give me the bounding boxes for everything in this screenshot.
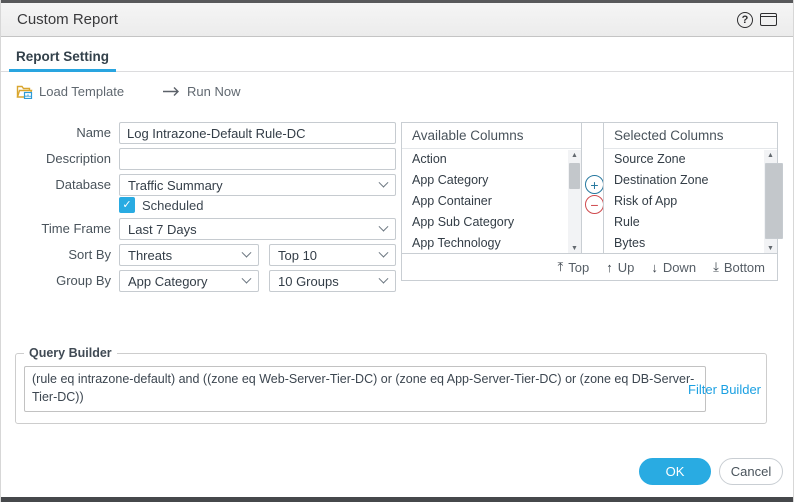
available-columns-panel: Available Columns Action App Category Ap…: [402, 123, 582, 254]
chevron-down-icon: [379, 177, 389, 187]
move-up-button[interactable]: ↑ Up: [606, 260, 634, 275]
available-column-item[interactable]: App Technology: [402, 233, 581, 254]
run-now-button[interactable]: Run Now: [162, 84, 240, 99]
selected-column-item[interactable]: Destination Zone: [604, 170, 777, 191]
move-down-button[interactable]: ↓ Down: [651, 260, 696, 275]
sort-by-value: Threats: [128, 248, 172, 263]
titlebar-icons: ?: [737, 12, 777, 28]
tab-report-setting[interactable]: Report Setting: [9, 45, 116, 72]
scroll-up-icon[interactable]: ▲: [764, 150, 777, 161]
move-top-label: Top: [568, 260, 589, 275]
chevron-down-icon: [379, 273, 389, 283]
custom-report-dialog: Custom Report ? Report Setting Load Temp…: [0, 0, 794, 502]
selected-column-item[interactable]: Bytes: [604, 233, 777, 254]
available-column-item[interactable]: Action: [402, 149, 581, 170]
scheduled-row: ✓ Scheduled: [1, 197, 401, 214]
available-columns-header: Available Columns: [402, 123, 581, 149]
name-row: Name: [1, 122, 401, 144]
remove-column-button[interactable]: −: [585, 195, 604, 214]
toolbar: Load Template Run Now: [1, 78, 241, 104]
time-frame-value: Last 7 Days: [128, 222, 197, 237]
arrow-down-icon: ↓: [651, 260, 658, 275]
move-down-label: Down: [663, 260, 696, 275]
sort-limit-value: Top 10: [278, 248, 317, 263]
column-picker: Available Columns Action App Category Ap…: [401, 122, 778, 281]
move-up-label: Up: [618, 260, 635, 275]
available-column-item[interactable]: App Category: [402, 170, 581, 191]
column-move-toolbar: ⤒ Top ↑ Up ↓ Down ⤓ Bottom: [402, 253, 777, 280]
scrollbar-thumb[interactable]: [569, 163, 580, 189]
selected-column-item[interactable]: Source Zone: [604, 149, 777, 170]
window-icon[interactable]: [760, 13, 777, 26]
dialog-titlebar: Custom Report ?: [1, 3, 793, 37]
time-frame-select[interactable]: Last 7 Days: [119, 218, 396, 240]
minus-icon: −: [590, 197, 598, 213]
window-icon-bar: [761, 14, 776, 17]
help-icon[interactable]: ?: [737, 12, 753, 28]
scheduled-checkbox[interactable]: ✓: [119, 197, 135, 213]
time-frame-row: Time Frame Last 7 Days: [1, 218, 401, 240]
query-input[interactable]: (rule eq intrazone-default) and ((zone e…: [24, 366, 706, 412]
sort-by-label: Sort By: [1, 244, 111, 266]
chevron-down-icon: [242, 247, 252, 257]
selected-column-item[interactable]: Risk of App: [604, 191, 777, 212]
move-top-button[interactable]: ⤒ Top: [557, 259, 589, 275]
scroll-up-icon[interactable]: ▲: [568, 150, 581, 161]
database-row: Database Traffic Summary: [1, 174, 401, 196]
database-select[interactable]: Traffic Summary: [119, 174, 396, 196]
plus-icon: +: [590, 177, 598, 193]
description-label: Description: [1, 148, 111, 170]
selected-column-item[interactable]: Rule: [604, 212, 777, 233]
chevron-down-icon: [379, 247, 389, 257]
available-scrollbar[interactable]: ▲ ▼: [568, 150, 581, 254]
group-by-select[interactable]: App Category: [119, 270, 259, 292]
query-builder-section: Query Builder (rule eq intrazone-default…: [15, 346, 767, 424]
group-by-row: Group By App Category 10 Groups: [1, 270, 401, 292]
database-value: Traffic Summary: [128, 178, 223, 193]
ok-button[interactable]: OK: [639, 458, 711, 485]
chevron-down-icon: [379, 221, 389, 231]
dialog-title: Custom Report: [17, 11, 118, 28]
group-limit-value: 10 Groups: [278, 274, 339, 289]
name-input[interactable]: [119, 122, 396, 144]
query-builder-legend: Query Builder: [24, 346, 117, 360]
run-now-label: Run Now: [187, 84, 240, 99]
available-column-item[interactable]: App Container: [402, 191, 581, 212]
run-now-icon: [162, 86, 181, 97]
available-column-item[interactable]: App Sub Category: [402, 212, 581, 233]
selected-columns-header: Selected Columns: [604, 123, 777, 149]
add-column-button[interactable]: +: [585, 175, 604, 194]
database-label: Database: [1, 174, 111, 196]
tab-bar: Report Setting: [1, 45, 793, 72]
window-bottom-edge: [1, 497, 793, 502]
move-bottom-label: Bottom: [724, 260, 765, 275]
sort-by-row: Sort By Threats Top 10: [1, 244, 401, 266]
sort-by-select[interactable]: Threats: [119, 244, 259, 266]
description-row: Description: [1, 148, 401, 170]
group-limit-select[interactable]: 10 Groups: [269, 270, 396, 292]
arrow-up-icon: ↑: [606, 260, 613, 275]
selected-columns-panel: Selected Columns Source Zone Destination…: [603, 123, 777, 254]
cancel-button[interactable]: Cancel: [719, 458, 783, 485]
arrow-to-top-icon: ⤒: [557, 259, 563, 275]
name-label: Name: [1, 122, 111, 144]
load-template-label: Load Template: [39, 84, 124, 99]
group-by-label: Group By: [1, 270, 111, 292]
arrow-to-bottom-icon: ⤓: [713, 259, 719, 275]
help-glyph: ?: [742, 14, 749, 26]
sort-limit-select[interactable]: Top 10: [269, 244, 396, 266]
description-input[interactable]: [119, 148, 396, 170]
load-template-icon: [16, 84, 33, 99]
time-frame-label: Time Frame: [1, 218, 111, 240]
scrollbar-thumb[interactable]: [765, 163, 783, 239]
scheduled-label: Scheduled: [142, 197, 203, 214]
group-by-value: App Category: [128, 274, 208, 289]
chevron-down-icon: [242, 273, 252, 283]
query-builder-body: (rule eq intrazone-default) and ((zone e…: [16, 360, 766, 423]
check-icon: ✓: [122, 199, 131, 211]
filter-builder-link[interactable]: Filter Builder: [688, 382, 761, 397]
selected-scrollbar[interactable]: ▲ ▼: [764, 150, 777, 254]
load-template-button[interactable]: Load Template: [16, 84, 124, 99]
move-bottom-button[interactable]: ⤓ Bottom: [713, 259, 765, 275]
